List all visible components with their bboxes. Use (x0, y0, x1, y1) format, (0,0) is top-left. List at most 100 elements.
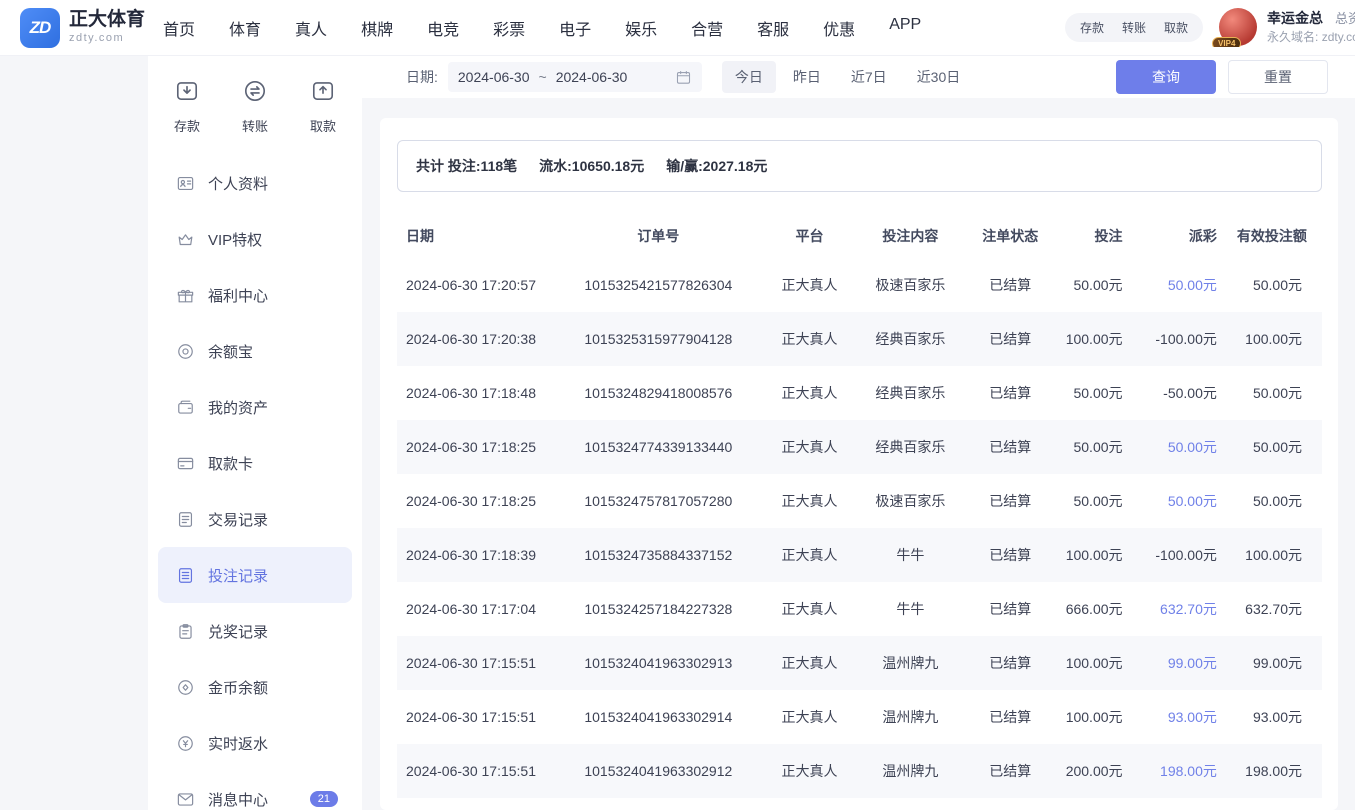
gold-icon (176, 678, 195, 697)
bets-icon (176, 566, 195, 585)
col-header-payout: 派彩 (1143, 214, 1237, 258)
nav-item-board-games[interactable]: 棋牌 (361, 16, 393, 40)
sidebar-item-profile[interactable]: 个人资料 (158, 155, 352, 211)
cell-platform: 正大真人 (762, 636, 856, 690)
nav-item-support[interactable]: 客服 (757, 16, 789, 40)
date-separator: ~ (539, 69, 547, 85)
cell-order: 1015324757817057280 (554, 474, 762, 528)
logo-domain: zdty.com (69, 33, 145, 45)
cell-content: 经典百家乐 (857, 420, 964, 474)
sidebar-quick-actions: 存款转账取款 (148, 56, 362, 149)
summary-part: 共计 投注:118笔 (416, 158, 517, 174)
nav-item-entertainment[interactable]: 娱乐 (625, 16, 657, 40)
sidebar-item-welfare[interactable]: 福利中心 (158, 267, 352, 323)
cell-status: 已结算 (964, 528, 1057, 582)
logo-text: 正大体育 zdty.com (69, 10, 145, 44)
cell-platform: 正大真人 (762, 582, 856, 636)
cell-content: 牛牛 (857, 528, 964, 582)
rebate-icon (176, 734, 195, 753)
nav-item-partner[interactable]: 合营 (691, 16, 723, 40)
sidebar-item-label: 兑奖记录 (208, 621, 268, 642)
sidebar-item-assets[interactable]: 我的资产 (158, 379, 352, 435)
navbar-quick-withdraw[interactable]: 取款 (1155, 19, 1197, 36)
sidebar-item-withdraw-card[interactable]: 取款卡 (158, 435, 352, 491)
trade-icon (176, 510, 195, 529)
navbar-quick-transfer[interactable]: 转账 (1113, 19, 1155, 36)
cell-date: 2024-06-30 17:20:38 (397, 312, 554, 366)
date-range-input[interactable]: 2024-06-30 ~ 2024-06-30 (448, 62, 702, 92)
user-info[interactable]: 幸运金总 总资产: 永久域名: zdty.com (1267, 8, 1355, 46)
calendar-icon[interactable] (675, 69, 692, 86)
range-last7[interactable]: 近7日 (838, 61, 900, 93)
wallet-icon (176, 398, 195, 417)
logo-title: 正大体育 (69, 10, 145, 30)
col-header-valid: 有效投注额 (1237, 214, 1322, 258)
cell-status: 已结算 (964, 420, 1057, 474)
sidebar-item-bet-records[interactable]: 投注记录 (158, 547, 352, 603)
profile-icon (176, 174, 195, 193)
cell-valid: 632.70元 (1237, 582, 1322, 636)
range-yesterday[interactable]: 昨日 (780, 61, 834, 93)
date-quick-ranges: 今日昨日近7日近30日 (722, 61, 973, 93)
card-icon (176, 454, 195, 473)
user-avatar[interactable]: VIP4 (1219, 8, 1257, 46)
table-row: 2024-06-30 17:20:381015325315977904128正大… (397, 312, 1322, 366)
cell-valid: 50.00元 (1237, 366, 1322, 420)
nav-item-slots[interactable]: 电子 (559, 16, 591, 40)
cell-platform: 正大真人 (762, 744, 856, 798)
range-today[interactable]: 今日 (722, 61, 776, 93)
sidebar-item-rebate[interactable]: 实时返水 (158, 715, 352, 771)
cell-order: 1015325315977904128 (554, 312, 762, 366)
cell-bet: 100.00元 (1057, 528, 1143, 582)
cell-order: 1015324041963302913 (554, 636, 762, 690)
cell-date: 2024-06-30 17:18:39 (397, 528, 554, 582)
nav-item-home[interactable]: 首页 (163, 16, 195, 40)
cell-status: 已结算 (964, 690, 1057, 744)
sidebar-item-redeem-records[interactable]: 兑奖记录 (158, 603, 352, 659)
user-line: 幸运金总 总资产: (1267, 8, 1355, 29)
cell-valid: 93.00元 (1237, 690, 1322, 744)
cell-payout: 50.00元 (1143, 474, 1237, 528)
sidebar-quick-label: 取款 (310, 116, 336, 135)
range-last30[interactable]: 近30日 (904, 61, 974, 93)
sidebar-item-label: 实时返水 (208, 733, 268, 754)
sidebar-item-vip[interactable]: VIP特权 (158, 211, 352, 267)
nav-item-promo[interactable]: 优惠 (823, 16, 855, 40)
sidebar-item-gold-balance[interactable]: 金币余额 (158, 659, 352, 715)
col-header-bet: 投注 (1057, 214, 1143, 258)
sidebar-quick-withdraw[interactable]: 取款 (310, 78, 336, 135)
cell-payout: 632.70元 (1143, 582, 1237, 636)
sidebar-item-yuebao[interactable]: 余额宝 (158, 323, 352, 379)
logo[interactable]: ZD 正大体育 zdty.com (0, 8, 145, 48)
navbar-right: 存款转账取款 VIP4 幸运金总 总资产: 永久域名: zdty.com (1065, 8, 1355, 46)
cell-valid: 198.00元 (1237, 744, 1322, 798)
sidebar-item-transactions[interactable]: 交易记录 (158, 491, 352, 547)
cell-order: 1015324774339133440 (554, 420, 762, 474)
search-button[interactable]: 查询 (1116, 60, 1216, 94)
reset-button[interactable]: 重置 (1228, 60, 1328, 94)
cell-order: 1015324829418008576 (554, 366, 762, 420)
clipboard-icon (176, 622, 195, 641)
col-header-status: 注单状态 (964, 214, 1057, 258)
sidebar-item-label: 余额宝 (208, 341, 253, 362)
sidebar-item-messages[interactable]: 消息中心21 (158, 771, 352, 810)
nav-item-lottery[interactable]: 彩票 (493, 16, 525, 40)
nav-item-live[interactable]: 真人 (295, 16, 327, 40)
nav-item-esports[interactable]: 电竞 (427, 16, 459, 40)
summary-part: 输/赢:2027.18元 (666, 158, 767, 174)
date-label: 日期: (406, 67, 438, 87)
nav-item-app[interactable]: APP (889, 16, 921, 40)
cell-status: 已结算 (964, 366, 1057, 420)
cell-order: 1015325421577826304 (554, 258, 762, 312)
transfer-icon (242, 78, 268, 109)
sidebar-quick-transfer[interactable]: 转账 (242, 78, 268, 135)
cell-bet: 100.00元 (1057, 312, 1143, 366)
date-to: 2024-06-30 (556, 69, 628, 85)
cell-valid: 100.00元 (1237, 312, 1322, 366)
cell-status: 已结算 (964, 258, 1057, 312)
nav-item-sports[interactable]: 体育 (229, 16, 261, 40)
navbar-quick-deposit[interactable]: 存款 (1071, 19, 1113, 36)
cell-platform: 正大真人 (762, 528, 856, 582)
sidebar-item-label: 福利中心 (208, 285, 268, 306)
sidebar-quick-deposit[interactable]: 存款 (174, 78, 200, 135)
